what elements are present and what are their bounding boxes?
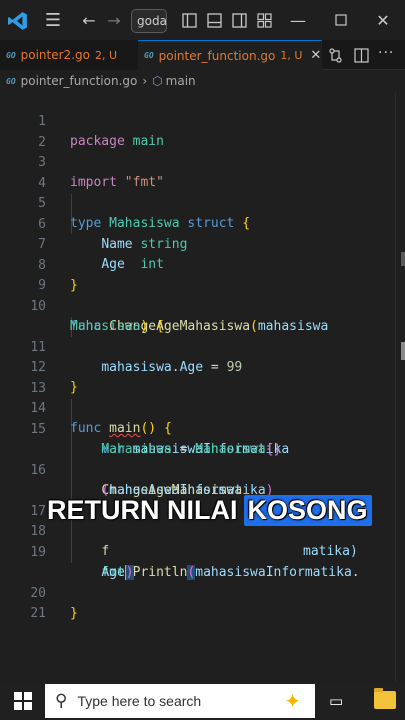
go-file-icon: GO: [144, 51, 154, 60]
breadcrumb: GO pointer_function.go › ⬡ main: [0, 70, 405, 92]
code-editor[interactable]: 1 package main 2 3 import "fmt" 4 5 type…: [0, 92, 405, 682]
scroll-marker: [401, 342, 405, 360]
code-line: 3 import "fmt": [0, 133, 395, 190]
title-bar: ☰ ← → godas — ✕: [0, 0, 405, 40]
split-editor-icon[interactable]: [354, 48, 369, 63]
code-line-wrap: Mahasiswa = Mahasiswa{}: [0, 420, 395, 457]
code-line: 1 package main: [0, 92, 395, 149]
brace: }: [70, 605, 78, 621]
maximize-icon[interactable]: [335, 14, 347, 26]
tab-label: pointer2.go: [20, 48, 90, 62]
code-line: 8 }: [0, 236, 395, 293]
file-explorer-icon[interactable]: [374, 688, 396, 709]
breadcrumb-symbol[interactable]: main: [166, 74, 196, 88]
tab-pointer2[interactable]: GO pointer2.go 2, U: [0, 40, 138, 70]
editor-tabs: GO pointer2.go 2, U GO pointer_function.…: [0, 40, 405, 70]
sparkle-icon: ✦: [284, 689, 301, 713]
code-line: 12 }: [0, 338, 395, 395]
line-number: 21: [30, 606, 46, 621]
search-icon: ⚲: [55, 691, 68, 711]
code-line: 11 mahasiswa.Age = 99: [0, 318, 395, 375]
function-icon: ⬡: [152, 74, 163, 88]
close-tab-icon[interactable]: ✕: [310, 48, 321, 63]
code-line: 20 }: [0, 564, 395, 621]
layout-panel-icon[interactable]: [207, 13, 222, 28]
menu-icon[interactable]: ☰: [42, 10, 64, 31]
command-center-search[interactable]: godas: [131, 9, 167, 33]
tab-status: 2, U: [94, 48, 118, 62]
breadcrumb-separator: ›: [142, 74, 148, 88]
video-caption: RETURN NILAI KOSONG: [47, 494, 372, 526]
tab-status: 1, U: [280, 49, 303, 62]
tab-pointer-function[interactable]: GO pointer_function.go 1, U ✕: [138, 40, 322, 70]
go-file-icon: GO: [6, 50, 16, 60]
code-line-wrap: Mahasiswa) {: [0, 297, 395, 334]
code-line: 6 Name string: [0, 195, 395, 252]
vscode-logo-icon: [8, 12, 27, 30]
caption-text: RETURN NILAI: [47, 494, 238, 525]
code-line: 15 var mahasiswaInformatika: [0, 400, 395, 457]
layout-sidebar-right-icon[interactable]: [232, 13, 247, 28]
layout-sidebar-left-icon[interactable]: [182, 13, 197, 28]
compare-changes-icon[interactable]: [328, 48, 343, 63]
taskbar-search-placeholder: Type here to search: [77, 693, 202, 709]
code-line: 9: [0, 256, 395, 293]
caption-highlight: KOSONG: [243, 494, 372, 526]
code-line: 7 Age int: [0, 215, 395, 272]
code-line: 5 type Mahasiswa struct {: [0, 174, 395, 231]
code-line-wrap: Age): [0, 543, 395, 580]
code-line: 13: [0, 359, 395, 396]
editor-scrollbar[interactable]: [395, 92, 405, 682]
taskbar-search[interactable]: ⚲ Type here to search ✦: [45, 684, 315, 718]
code-line: 4: [0, 154, 395, 191]
customize-layout-icon[interactable]: [257, 13, 272, 28]
code-line: 14 func main() {: [0, 379, 395, 436]
code-line: 2: [0, 113, 395, 150]
back-arrow-icon[interactable]: ←: [80, 10, 98, 30]
windows-start-icon[interactable]: [14, 692, 32, 710]
code-line: 21: [0, 584, 395, 621]
more-actions-icon[interactable]: ···: [378, 45, 394, 61]
close-window-icon[interactable]: ✕: [375, 10, 391, 30]
code-line: 16 ChangeAgeMahasiswa: [0, 441, 395, 498]
tab-label: pointer_function.go: [158, 48, 276, 63]
minimize-icon[interactable]: —: [290, 10, 306, 30]
scroll-marker: [401, 252, 405, 266]
code-line: 10 func ChangeAgeMahasiswa(mahasiswa: [0, 277, 395, 334]
task-view-icon[interactable]: ▭: [329, 692, 343, 710]
breadcrumb-file[interactable]: pointer_function.go: [21, 74, 138, 88]
code-line-wrap: (mahasiswaInformatika): [0, 461, 395, 498]
go-file-icon: GO: [6, 76, 16, 86]
forward-arrow-icon[interactable]: →: [105, 10, 123, 30]
windows-taskbar: ⚲ Type here to search ✦ ▭: [0, 682, 405, 720]
